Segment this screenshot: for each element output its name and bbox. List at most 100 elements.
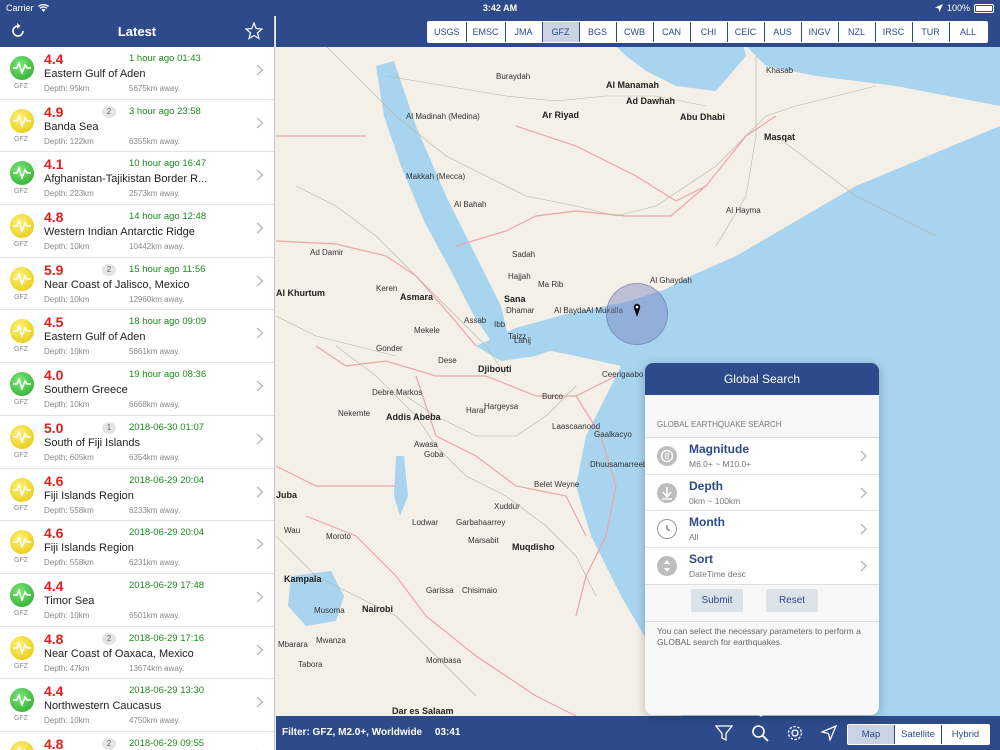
agency-ceic[interactable]: CEIC (727, 22, 765, 42)
map-label: Masqat (764, 132, 796, 142)
list-item[interactable]: GFZ 4.8 2 2018-06-29 17:16 Near Coast of Oax… (0, 627, 274, 680)
event-depth: Depth: 47km (44, 663, 90, 673)
list-item[interactable]: GFZ 5.9 2 15 hour ago 11:56 Near Coast of Ja… (0, 258, 274, 311)
map-type-hybrid[interactable]: Hybrid (942, 725, 989, 744)
svg-text:8: 8 (664, 452, 669, 461)
map-label: Lahij (514, 336, 531, 345)
list-item[interactable]: GFZ 5.0 1 2018-06-30 01:07 South of Fiji Isl… (0, 416, 274, 469)
map-label: Al Bayda (554, 306, 587, 315)
event-location: South of Fiji Islands (44, 436, 140, 449)
map-label: Al Madinah (Medina) (406, 112, 480, 121)
update-time: 03:41 (434, 727, 461, 738)
list-item[interactable]: GFZ 4.0 19 hour ago 08:36 Southern Greece De… (0, 363, 274, 416)
location-arrow-icon[interactable] (820, 724, 838, 742)
map-label: Asmara (400, 292, 434, 302)
agency-jma[interactable]: JMA (505, 22, 543, 42)
month-value: All (689, 532, 699, 542)
event-distance: 6231km away. (129, 558, 180, 568)
agency-aus[interactable]: AUS (764, 22, 802, 42)
map-label: Xuddur (494, 502, 520, 511)
magnitude-value: M6.0+ ~ M10.0+ (689, 459, 752, 469)
agency-bgs[interactable]: BGS (579, 22, 617, 42)
earthquake-list: GFZ 4.4 1 hour ago 01:43 Eastern Gulf of Ad… (0, 47, 274, 750)
refresh-icon[interactable] (9, 22, 27, 40)
list-item[interactable]: GFZ 4.4 2018-06-29 13:30 Northwestern Cauca… (0, 679, 274, 732)
event-time: 2018-06-29 17:16 (129, 632, 205, 644)
filter-icon[interactable] (715, 724, 733, 742)
list-item[interactable]: GFZ 4.6 2018-06-29 20:04 Fiji Islands Regio… (0, 469, 274, 522)
event-distance: 6355km away. (129, 136, 180, 146)
agency-usgs[interactable]: USGS (428, 22, 467, 42)
event-depth: Depth: 10km (44, 347, 90, 357)
map-pin-icon[interactable] (633, 303, 641, 317)
map-type-map[interactable]: Map (848, 725, 895, 744)
reset-button[interactable]: Reset (766, 589, 818, 612)
battery-percent: 100% (946, 3, 970, 13)
agency-ingv[interactable]: INGV (801, 22, 839, 42)
event-distance: 10442km away. (129, 242, 185, 252)
event-depth: Depth: 605km (44, 452, 94, 462)
event-time: 10 hour ago 16:47 (129, 158, 207, 170)
map-label: Kampala (284, 574, 322, 584)
chevron-right-icon (256, 433, 264, 445)
map-label: Sana (504, 294, 526, 304)
magnitude: 4.4 (44, 683, 64, 700)
search-icon[interactable] (751, 724, 769, 742)
map-label: Djibouti (478, 364, 512, 374)
agency-can[interactable]: CAN (653, 22, 691, 42)
list-item[interactable]: GFZ 4.4 1 hour ago 01:43 Eastern Gulf of Ad… (0, 47, 274, 100)
agency-irsc[interactable]: IRSC (875, 22, 913, 42)
map-label: Makkah (Mecca) (406, 172, 466, 181)
list-item[interactable]: GFZ 4.8 14 hour ago 12:48 Western Indian An… (0, 205, 274, 258)
agency-all[interactable]: ALL (949, 22, 987, 42)
event-distance: 6233km away. (129, 505, 180, 515)
agency-gfz[interactable]: GFZ (542, 22, 580, 42)
map-label: Garbahaarrey (456, 518, 506, 527)
magnitude: 4.0 (44, 367, 64, 384)
map-label: Harar (466, 406, 487, 415)
list-item[interactable]: GFZ 4.5 18 hour ago 09:09 Eastern Gulf of A… (0, 310, 274, 364)
event-distance: 4750km away. (129, 716, 180, 726)
clock: 3:42 AM (482, 3, 518, 13)
agency-chi[interactable]: CHI (690, 22, 728, 42)
status-bar: Carrier 3:42 AM 100% (0, 0, 1000, 16)
depth-row[interactable]: Depth 0km ~ 100km (645, 475, 879, 511)
agency-nzl[interactable]: NZL (838, 22, 876, 42)
month-row[interactable]: Month All (645, 511, 879, 548)
map-view[interactable]: Al Manamah Ad Dawhah Ar Riyad Abu Dhabi Masq… (276, 16, 1000, 750)
agency-tur[interactable]: TUR (912, 22, 950, 42)
magnitude: 4.1 (44, 156, 64, 173)
sort-row[interactable]: Sort DateTime desc (645, 548, 879, 585)
map-label: Al Hayma (726, 206, 761, 215)
map-type-satellite[interactable]: Satellite (895, 725, 942, 744)
event-location: Afghanistan-Tajikistan Border R... (44, 173, 208, 186)
agency-emsc[interactable]: EMSC (466, 22, 506, 42)
magnitude-row[interactable]: 8 Magnitude M6.0+ ~ M10.0+ (645, 438, 879, 475)
event-time: 2018-06-29 09:55 (129, 737, 205, 749)
map-label: Garissa (426, 586, 454, 595)
map-label: Gonder (376, 344, 403, 353)
submit-button[interactable]: Submit (691, 589, 743, 612)
map-label: Mombasa (426, 656, 462, 665)
list-item[interactable]: GFZ 4.6 2018-06-29 20:04 Fiji Islands Regio… (0, 521, 274, 574)
map-label: Mwanza (316, 636, 346, 645)
event-depth: Depth: 10km (44, 400, 90, 410)
list-item[interactable]: GFZ 4.1 10 hour ago 16:47 Afghanistan-Tajik… (0, 152, 274, 206)
list-item[interactable]: 4.8 2 2018-06-29 09:55 (0, 732, 274, 750)
gear-icon[interactable] (786, 724, 804, 742)
seismograph-icon (10, 740, 34, 750)
star-icon[interactable] (244, 21, 264, 41)
source-label: GFZ (14, 504, 28, 512)
event-time: 2018-06-29 20:04 (129, 527, 205, 539)
event-depth: Depth: 558km (44, 558, 94, 568)
event-time: 2018-06-29 13:30 (129, 685, 205, 697)
chevron-right-icon (256, 64, 264, 76)
map-label: Debre Markos (372, 388, 423, 397)
magnitude: 5.9 (44, 261, 64, 278)
depth-arrow-icon (657, 482, 677, 503)
seismograph-icon (10, 688, 34, 713)
map-label: Khasab (766, 66, 794, 75)
list-item[interactable]: GFZ 4.4 2018-06-29 17:48 Timor Sea Depth: 10… (0, 574, 274, 627)
list-item[interactable]: GFZ 4.9 2 3 hour ago 23:58 Banda Sea Depth: 1… (0, 100, 274, 153)
agency-cwb[interactable]: CWB (616, 22, 654, 42)
